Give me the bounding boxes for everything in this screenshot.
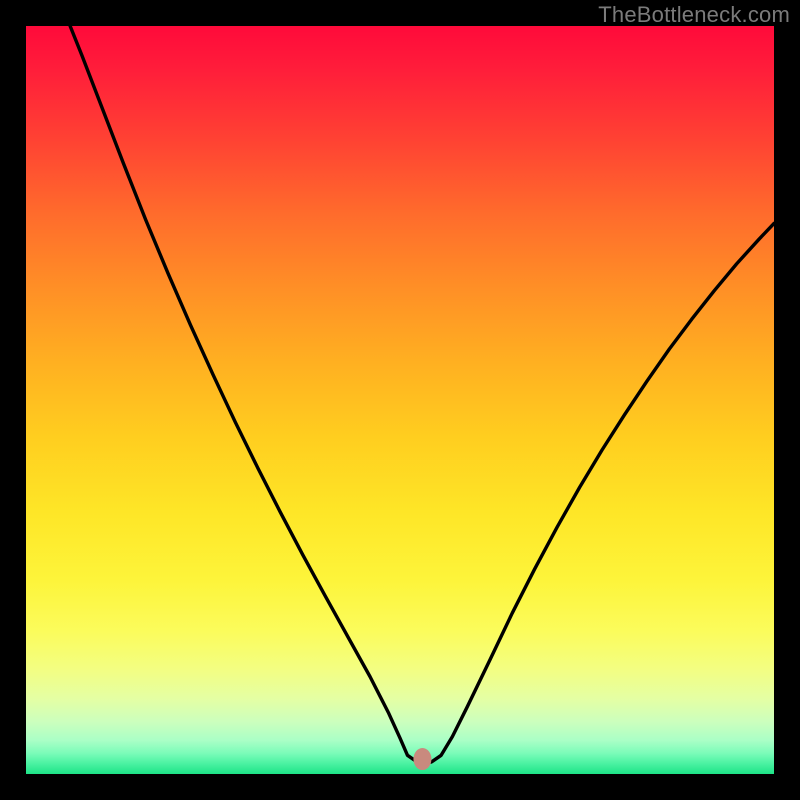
watermark-text: TheBottleneck.com: [598, 2, 790, 28]
plot-background: [26, 26, 774, 774]
bottleneck-chart: [0, 0, 800, 800]
optimal-point-marker: [413, 748, 431, 770]
chart-root: { "watermark": "TheBottleneck.com", "cha…: [0, 0, 800, 800]
